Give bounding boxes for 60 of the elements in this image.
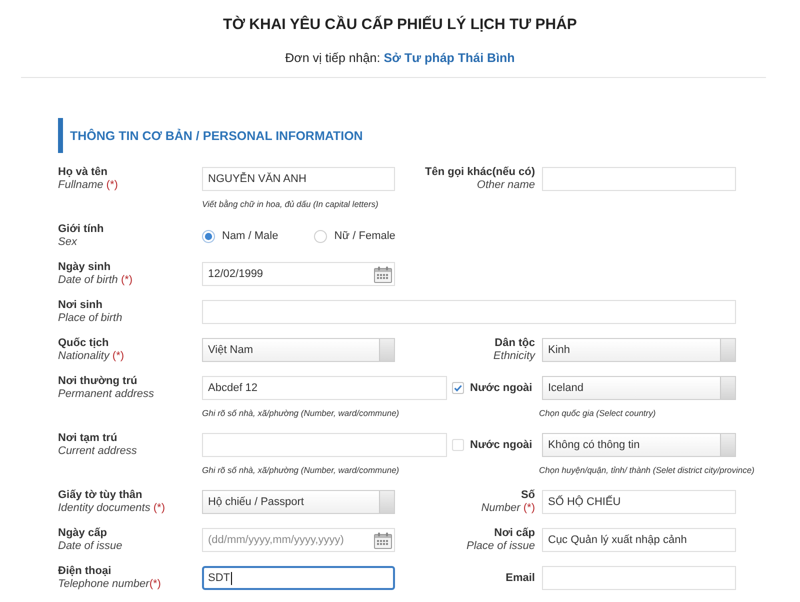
field-hint: Chọn huyện/quận, tỉnh/ thành (Selet district city/province) — [539, 464, 754, 476]
text-field[interactable] — [202, 300, 736, 324]
field-label: Nơi sinh — [58, 299, 104, 312]
field-label-english: Current address — [58, 445, 138, 458]
foreign-checkbox[interactable]: Nước ngoài — [452, 382, 532, 394]
form-title: TỜ KHAI YÊU CẦU CẤP PHIẾU LÝ LỊCH TƯ PHÁP — [223, 16, 577, 34]
field-label: Nơi cấp — [493, 527, 535, 540]
text-cursor-icon — [231, 572, 232, 584]
field-label-english: Permanent address — [58, 388, 155, 401]
foreign-checkbox[interactable]: Nước ngoài — [452, 439, 532, 451]
calendar-icon — [374, 532, 392, 548]
field-label-english: Other name — [476, 179, 535, 192]
field-label: Số — [520, 489, 535, 502]
section-heading: THÔNG TIN CƠ BẢN / PERSONAL INFORMATION — [58, 118, 367, 153]
text-field[interactable]: SỐ HỘ CHIẾU — [542, 490, 736, 514]
field-label-english: Date of issue — [58, 540, 124, 553]
receiving-agency: Đơn vị tiếp nhận: Sở Tư pháp Thái Bình — [285, 50, 515, 66]
field-hint: Chọn quốc gia (Select country) — [539, 407, 656, 419]
field-label-english: Place of issue — [466, 540, 535, 553]
calendar-icon — [374, 266, 392, 282]
field-label-english: Telephone number(*) — [58, 578, 162, 591]
field-hint: Ghi rõ số nhà, xã/phường (Number, ward/commune) — [202, 464, 400, 476]
field-label-english: Ethnicity — [493, 350, 535, 363]
field-label: Email — [506, 572, 535, 585]
field-label: Giấy tờ tùy thân — [58, 489, 144, 502]
dropdown[interactable]: Hộ chiếu / Passport — [202, 490, 395, 514]
field-label-english: Date of birth (*) — [58, 274, 134, 287]
field-label: Họ và tên — [58, 166, 109, 179]
field-label-english: Number (*) — [481, 502, 535, 515]
text-field[interactable] — [202, 433, 447, 457]
text-field[interactable]: NGUYỄN VĂN ANH — [202, 167, 395, 191]
field-hint: Viết bằng chữ in hoa, đủ dấu (In capital letters) — [202, 198, 378, 210]
field-label: Ngày sinh — [58, 261, 112, 274]
field-label: Ngày cấp — [58, 527, 108, 540]
field-label: Dân tộc — [494, 337, 535, 350]
dropdown[interactable]: Việt Nam — [202, 338, 395, 362]
date-field[interactable]: (dd/mm/yyyy,mm/yyyy,yyyy) — [202, 528, 395, 552]
field-label: Nơi tạm trú — [58, 432, 118, 445]
gender-option[interactable]: Nữ / Female — [314, 230, 396, 242]
dropdown[interactable]: Không có thông tin — [542, 433, 736, 457]
gender-option[interactable]: Nam / Male — [202, 230, 278, 242]
field-label-english: Nationality (*) — [58, 350, 126, 363]
field-label: Nơi thường trú — [58, 375, 138, 388]
field-label-english: Identity documents (*) — [58, 502, 166, 515]
date-field[interactable]: 12/02/1999 — [202, 262, 395, 286]
field-label: Giới tính — [58, 223, 105, 236]
dropdown[interactable]: Iceland — [542, 376, 736, 400]
field-label: Điện thoại — [58, 565, 112, 578]
text-field[interactable] — [542, 167, 736, 191]
dropdown[interactable]: Kinh — [542, 338, 736, 362]
field-label: Tên gọi khác(nếu có) — [424, 166, 535, 179]
text-field[interactable]: Abcdef 12 — [202, 376, 447, 400]
text-field[interactable] — [542, 566, 736, 590]
field-label-english: Sex — [58, 236, 78, 249]
field-hint: Ghi rõ số nhà, xã/phường (Number, ward/commune) — [202, 407, 400, 419]
text-field[interactable]: SDT — [202, 566, 395, 590]
field-label-english: Place of birth — [58, 312, 124, 325]
text-field[interactable]: Cục Quản lý xuất nhập cảnh — [542, 528, 736, 552]
field-label: Quốc tịch — [58, 337, 110, 350]
field-label-english: Fullname (*) — [58, 179, 119, 192]
